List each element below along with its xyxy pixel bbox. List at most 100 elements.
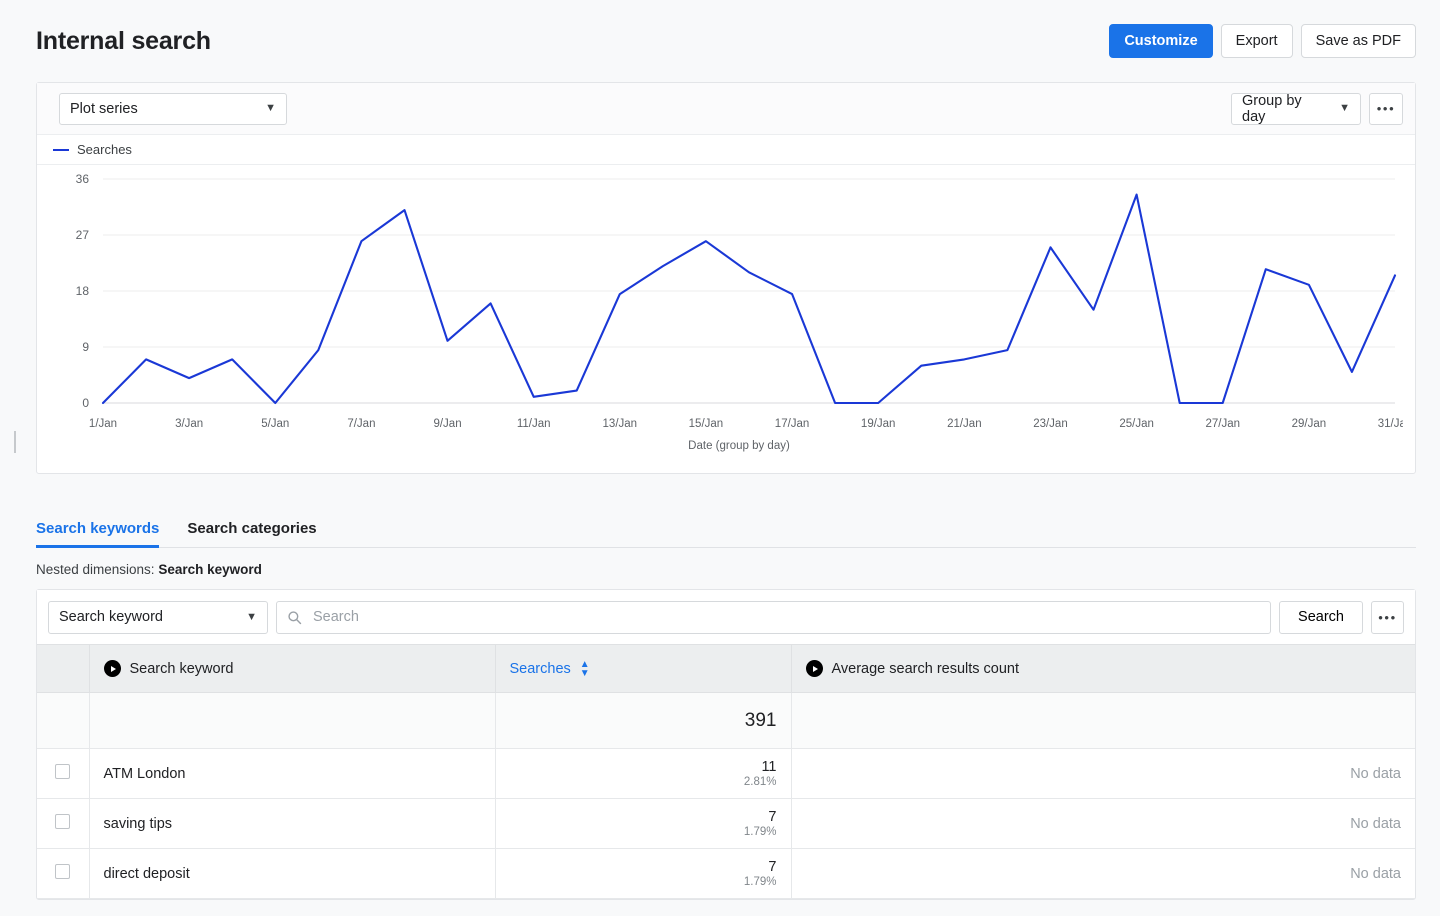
column-average-search-results-count[interactable]: Average search results count [791, 644, 1415, 693]
line-chart-svg: 0 9 18 27 36 1/Jan 3/Jan 5/Jan 7/Jan 9/Jan 11/Jan 1… [76, 172, 1403, 452]
legend-color-swatch [53, 148, 69, 151]
column-search-keyword[interactable]: Search keyword [89, 644, 496, 693]
table-row[interactable]: direct deposit 7 1.79% No data [37, 848, 1415, 899]
tab-search-keywords[interactable]: Search keywords [36, 520, 160, 548]
row-searches-value: 7 [768, 859, 777, 875]
total-checkbox-cell [37, 692, 90, 749]
chart-more-options-button[interactable]: ••• [1369, 92, 1403, 125]
row-average-cell: No data [791, 848, 1415, 899]
chart-toolbar: Plot series ▼ Group by day ▼ ••• [37, 83, 1415, 135]
x-axis-tick-label: 9/Jan [433, 418, 461, 430]
nested-dimensions-value[interactable]: Search keyword [158, 562, 262, 577]
row-checkbox[interactable] [55, 864, 71, 879]
header-actions: Customize Export Save as PDF [1109, 24, 1416, 58]
table-more-options-button[interactable]: ••• [1371, 600, 1404, 634]
total-searches-cell: 391 [495, 692, 792, 749]
x-axis-tick-label: 1/Jan [89, 418, 117, 430]
plot-series-select[interactable]: Plot series ▼ [59, 92, 287, 125]
table-toolbar: Search keyword ▼ Search ••• [37, 590, 1415, 644]
row-searches-value: 11 [761, 759, 777, 775]
x-axis-tick-label: 17/Jan [775, 418, 810, 430]
table-row[interactable]: saving tips 7 1.79% No data [37, 798, 1415, 849]
export-button[interactable]: Export [1220, 24, 1293, 58]
row-checkbox[interactable] [55, 814, 71, 829]
table-body: 391 ATM London 11 2.81% No data saving tips 7 1… [37, 692, 1415, 899]
search-button[interactable]: Search [1279, 600, 1363, 634]
page-header: Internal search Customize Export Save as… [0, 0, 1440, 82]
x-axis-tick-label: 3/Jan [175, 418, 203, 430]
row-searches-cell: 7 1.79% [495, 798, 792, 849]
chevron-down-icon: ▼ [1339, 102, 1350, 114]
keyword-dimension-value: Search keyword [59, 609, 163, 625]
total-keyword-cell [89, 692, 496, 749]
keyword-dimension-select[interactable]: Search keyword ▼ [48, 600, 268, 634]
sort-toggle-icon[interactable]: ▲ ▼ [580, 659, 590, 678]
x-axis-tick-label: 15/Jan [689, 418, 724, 430]
x-axis-tick-label: 27/Jan [1205, 418, 1240, 430]
legend-label: Searches [77, 142, 132, 157]
chart-series-line [101, 193, 1397, 405]
line-chart: 0 9 18 27 36 1/Jan 3/Jan 5/Jan 7/Jan 9/Jan 11/Jan 1… [37, 165, 1415, 473]
x-axis-tick-label: 11/Jan [517, 418, 551, 430]
row-searches-value: 7 [768, 809, 777, 825]
nested-dimensions: Nested dimensions: Search keyword [36, 562, 1416, 577]
row-searches-percent: 1.79% [743, 876, 777, 888]
total-average-cell [791, 692, 1415, 749]
chart-card: Plot series ▼ Group by day ▼ ••• Searche… [36, 82, 1416, 474]
chart-toolbar-right: Group by day ▼ ••• [1231, 92, 1403, 125]
x-axis-tick-label: 25/Jan [1119, 418, 1154, 430]
search-input[interactable] [311, 608, 1261, 626]
x-axis-tick-label: 19/Jan [861, 418, 896, 430]
table-head: Search keyword Searches ▲ ▼ Average searc… [37, 644, 1415, 693]
row-keyword-cell: direct deposit [89, 848, 496, 899]
x-axis-tick-label: 5/Jan [261, 418, 289, 430]
metric-play-icon [103, 660, 121, 677]
x-axis-tick-label: 29/Jan [1292, 418, 1327, 430]
x-axis-tick-label: 21/Jan [947, 418, 982, 430]
row-checkbox-cell [37, 848, 90, 899]
search-field[interactable] [276, 600, 1272, 634]
row-searches-cell: 11 2.81% [495, 748, 792, 799]
column-searches-label[interactable]: Searches [510, 661, 571, 677]
column-average-label: Average search results count [831, 660, 1020, 677]
y-axis-tick-label: 9 [82, 340, 89, 354]
y-axis-tick-label: 0 [82, 396, 89, 410]
table-header-row: Search keyword Searches ▲ ▼ Average searc… [37, 644, 1415, 693]
row-keyword-cell: saving tips [89, 798, 496, 849]
row-searches-percent: 2.81% [743, 776, 777, 788]
x-axis-title: Date (group by day) [688, 440, 790, 452]
keywords-table-panel: Search keyword ▼ Search ••• Search keywo… [36, 589, 1416, 900]
y-axis-tick-label: 27 [76, 228, 90, 242]
column-select-all[interactable] [37, 644, 90, 693]
x-axis-tick-label: 23/Jan [1033, 418, 1068, 430]
search-icon [288, 610, 302, 624]
result-tabs: Search keywords Search categories [36, 510, 1416, 548]
save-as-pdf-button[interactable]: Save as PDF [1300, 24, 1416, 58]
column-search-keyword-label: Search keyword [129, 660, 234, 677]
table-row[interactable]: ATM London 11 2.81% No data [37, 748, 1415, 799]
nested-dimensions-prefix: Nested dimensions: [36, 562, 155, 577]
chevron-down-icon: ▼ [265, 102, 276, 114]
row-searches-cell: 7 1.79% [495, 848, 792, 899]
customize-button[interactable]: Customize [1109, 24, 1213, 58]
scroll-indicator[interactable] [14, 431, 16, 453]
group-by-value: Group by day [1242, 92, 1302, 125]
table-total-row: 391 [37, 692, 1415, 749]
chevron-down-icon: ▼ [246, 610, 257, 623]
keywords-table: Search keyword Searches ▲ ▼ Average searc… [37, 644, 1415, 899]
metric-play-icon [805, 660, 823, 677]
row-checkbox-cell [37, 748, 90, 799]
plot-series-value: Plot series [70, 100, 138, 117]
x-axis-tick-label: 13/Jan [603, 418, 638, 430]
x-axis-tick-label: 7/Jan [347, 418, 375, 430]
row-checkbox[interactable] [55, 764, 71, 779]
row-average-cell: No data [791, 798, 1415, 849]
x-axis-tick-label: 31/Jan [1378, 418, 1403, 430]
page-title: Internal search [36, 26, 211, 55]
row-average-cell: No data [791, 748, 1415, 799]
y-axis-tick-label: 18 [76, 284, 90, 298]
tab-search-categories[interactable]: Search categories [187, 520, 316, 548]
group-by-select[interactable]: Group by day ▼ [1231, 92, 1361, 125]
column-searches[interactable]: Searches ▲ ▼ [495, 644, 792, 693]
row-checkbox-cell [37, 798, 90, 849]
